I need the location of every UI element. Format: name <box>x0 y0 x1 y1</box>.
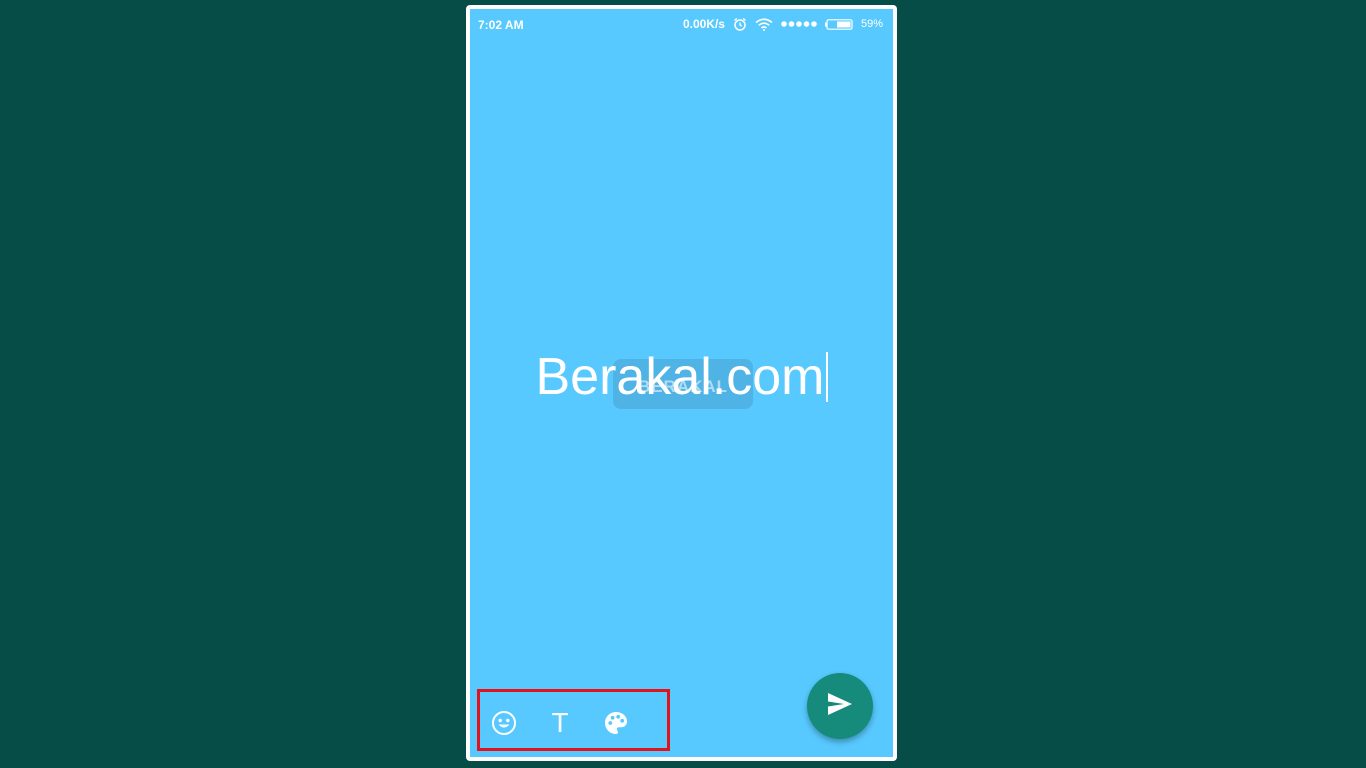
text-t-icon[interactable]: T <box>544 707 576 739</box>
smiley-icon[interactable] <box>488 707 520 739</box>
battery-icon <box>824 18 853 30</box>
battery-percent: 59% <box>860 18 883 30</box>
send-button[interactable] <box>807 673 873 739</box>
signal-icon <box>781 20 817 28</box>
wifi-icon <box>755 17 773 31</box>
palette-icon[interactable] <box>600 707 632 739</box>
status-editor-screen[interactable]: 7:02 AM 0.00K/s 59% BERAKAL Berakal.com … <box>470 9 893 757</box>
page-background: 7:02 AM 0.00K/s 59% BERAKAL Berakal.com … <box>0 0 1366 768</box>
phone-frame: 7:02 AM 0.00K/s 59% BERAKAL Berakal.com … <box>466 5 897 761</box>
send-icon <box>827 692 853 721</box>
status-text-value: Berakal.com <box>535 348 825 406</box>
status-bar: 7:02 AM 0.00K/s 59% <box>470 9 893 39</box>
alarm-icon <box>733 17 747 31</box>
status-text-input[interactable]: Berakal.com <box>470 347 893 407</box>
text-tool-glyph: T <box>551 707 569 738</box>
text-caret <box>825 352 828 402</box>
status-time: 7:02 AM <box>478 18 524 32</box>
network-speed: 0.00K/s <box>682 17 725 31</box>
status-indicators: 0.00K/s 59% <box>683 17 883 31</box>
